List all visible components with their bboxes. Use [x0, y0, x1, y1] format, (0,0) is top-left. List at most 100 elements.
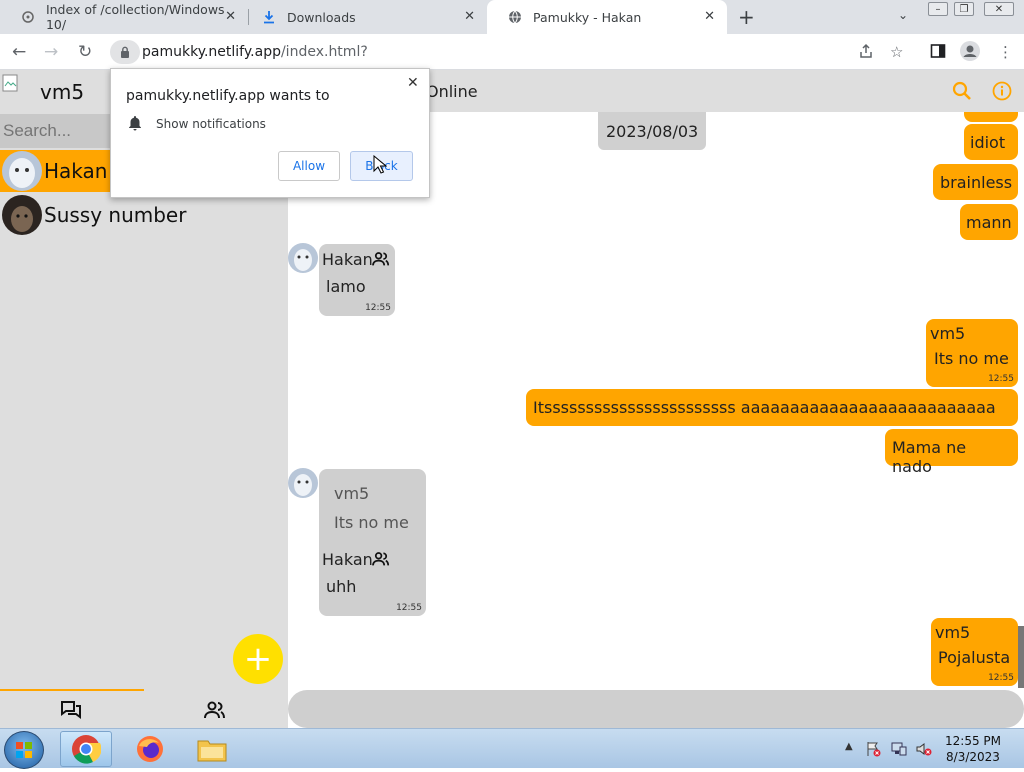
tab-search-chevron-icon[interactable]: ⌄	[898, 8, 908, 22]
message-bubble: brainless	[933, 164, 1018, 200]
message-list[interactable]: 2023/08/03 idiot brainless mann Hakan la…	[288, 112, 1024, 688]
window-close-button[interactable]: ✕	[984, 2, 1014, 16]
message-time: 12:55	[988, 374, 1014, 384]
reply-text: Its no me	[334, 513, 409, 532]
bell-icon	[128, 115, 142, 135]
message-bubble: vm5 Pojalusta 12:55	[931, 618, 1018, 686]
back-icon[interactable]: ←	[12, 42, 26, 62]
message-input[interactable]	[288, 690, 1024, 728]
message-bubble: idiot	[964, 124, 1018, 160]
message-bubble: vm5 Its no me Hakan uhh 12:55	[319, 469, 426, 616]
permission-title: pamukky.netlify.app wants to	[126, 88, 330, 104]
forward-icon[interactable]: →	[44, 42, 58, 62]
message-time: 12:55	[396, 603, 422, 613]
search-icon[interactable]	[952, 81, 972, 105]
active-tab-indicator	[0, 689, 144, 691]
new-chat-plus-button[interactable]: +	[233, 634, 283, 684]
tab-title: Index of /collection/Windows 10/	[45, 2, 225, 32]
message-text: Its no me	[934, 349, 1009, 368]
avatar	[2, 151, 42, 191]
message-bubble: Hakan lamo 12:55	[319, 244, 395, 316]
new-tab-button[interactable]: +	[738, 5, 755, 29]
contacts-tab-icon[interactable]	[203, 700, 227, 724]
message-sender: Hakan	[322, 250, 373, 269]
message-text: brainless	[940, 173, 1013, 192]
minimize-button[interactable]: –	[928, 2, 948, 16]
chrome-taskbar-icon[interactable]	[60, 731, 112, 767]
info-icon[interactable]	[992, 81, 1012, 105]
sidebar-tab-bar	[0, 688, 288, 728]
menu-kebab-icon[interactable]: ⋮	[998, 43, 1013, 61]
reload-icon[interactable]: ↻	[78, 42, 92, 62]
message-text: Itsssssssssssssssssssssss aaaaaaaaaaaaaa…	[533, 398, 996, 417]
broken-image-icon	[2, 74, 20, 96]
close-icon[interactable]: ✕	[464, 9, 475, 24]
message-sender: vm5	[935, 623, 971, 642]
avatar	[288, 468, 318, 498]
share-icon[interactable]	[858, 43, 874, 63]
profile-avatar-icon[interactable]	[960, 41, 980, 65]
browser-tab-pamukky[interactable]: Pamukky - Hakan ✕	[487, 0, 727, 34]
globe-icon	[507, 9, 523, 25]
message-bubble: mann	[960, 204, 1018, 240]
message-sender: vm5	[930, 324, 966, 343]
browser-toolbar: ← → ↻ pamukky.netlify.app/index.html? ☆ …	[0, 34, 1024, 70]
message-bubble: vm5 Its no me 12:55	[926, 319, 1018, 387]
file-explorer-taskbar-icon[interactable]	[186, 731, 238, 767]
message-text: lamo	[326, 277, 366, 296]
lock-icon[interactable]	[110, 40, 140, 64]
bookmark-star-icon[interactable]: ☆	[890, 43, 903, 61]
notification-permission-popup: pamukky.netlify.app wants to ✕ Show noti…	[110, 68, 430, 198]
url-host: pamukky.netlify.app	[142, 44, 281, 60]
contacts-icon	[371, 251, 391, 271]
volume-muted-icon[interactable]	[916, 741, 932, 757]
message-time: 12:55	[365, 303, 391, 313]
message-text: Pojalusta	[938, 648, 1011, 667]
clock-date: 8/3/2023	[946, 750, 1000, 764]
chats-tab-icon[interactable]	[60, 700, 82, 724]
maximize-button[interactable]: ❐	[954, 2, 974, 16]
close-icon[interactable]: ✕	[407, 75, 419, 91]
reply-sender: vm5	[334, 484, 370, 503]
chat-status: Online	[426, 82, 478, 101]
close-icon[interactable]: ✕	[704, 9, 715, 24]
page-icon	[20, 9, 36, 25]
show-hidden-icons-chevron-icon[interactable]: ▲	[845, 741, 853, 752]
allow-button[interactable]: Allow	[278, 151, 340, 181]
reply-quote[interactable]: vm5 Its no me	[319, 469, 426, 545]
avatar	[2, 195, 42, 235]
firefox-taskbar-icon[interactable]	[124, 731, 176, 767]
message-sender: Hakan	[322, 550, 373, 569]
download-icon	[261, 9, 277, 25]
browser-tab-index[interactable]: Index of /collection/Windows 10/ ✕	[0, 0, 248, 34]
message-bubble: Mama ne nado	[885, 429, 1018, 476]
close-icon[interactable]: ✕	[225, 9, 236, 24]
network-icon[interactable]	[891, 741, 907, 757]
url-text: pamukky.netlify.app/index.html?	[142, 44, 368, 60]
address-bar[interactable]: pamukky.netlify.app/index.html?	[110, 37, 850, 67]
contact-name: Hakan	[44, 159, 108, 183]
browser-tab-strip: Index of /collection/Windows 10/ ✕ Downl…	[0, 0, 1024, 34]
contacts-icon	[371, 551, 391, 571]
system-clock[interactable]: 12:55 PM 8/3/2023	[936, 733, 1010, 765]
side-panel-icon[interactable]	[930, 43, 946, 63]
contact-item-sussy-number[interactable]: Sussy number	[0, 194, 288, 236]
action-center-flag-icon[interactable]	[866, 741, 882, 757]
message-text: idiot	[970, 133, 1006, 152]
avatar	[288, 243, 318, 273]
current-username: vm5	[40, 80, 85, 104]
start-button[interactable]	[4, 731, 44, 769]
message-text: mann	[966, 213, 1012, 232]
mouse-cursor-icon	[373, 154, 388, 179]
message-time: 12:55	[988, 673, 1014, 683]
message-text: Mama ne nado	[892, 438, 967, 476]
url-path: /index.html?	[280, 44, 368, 60]
message-text: uhh	[326, 577, 357, 596]
message-bubble	[964, 112, 1018, 122]
browser-tab-downloads[interactable]: Downloads ✕	[241, 0, 487, 34]
message-scrollbar[interactable]	[1018, 626, 1024, 688]
tab-title: Pamukky - Hakan	[533, 9, 642, 25]
tab-title: Downloads	[287, 9, 356, 25]
windows-taskbar: ▲ 12:55 PM 8/3/2023	[0, 728, 1024, 769]
contact-name: Sussy number	[44, 203, 187, 227]
